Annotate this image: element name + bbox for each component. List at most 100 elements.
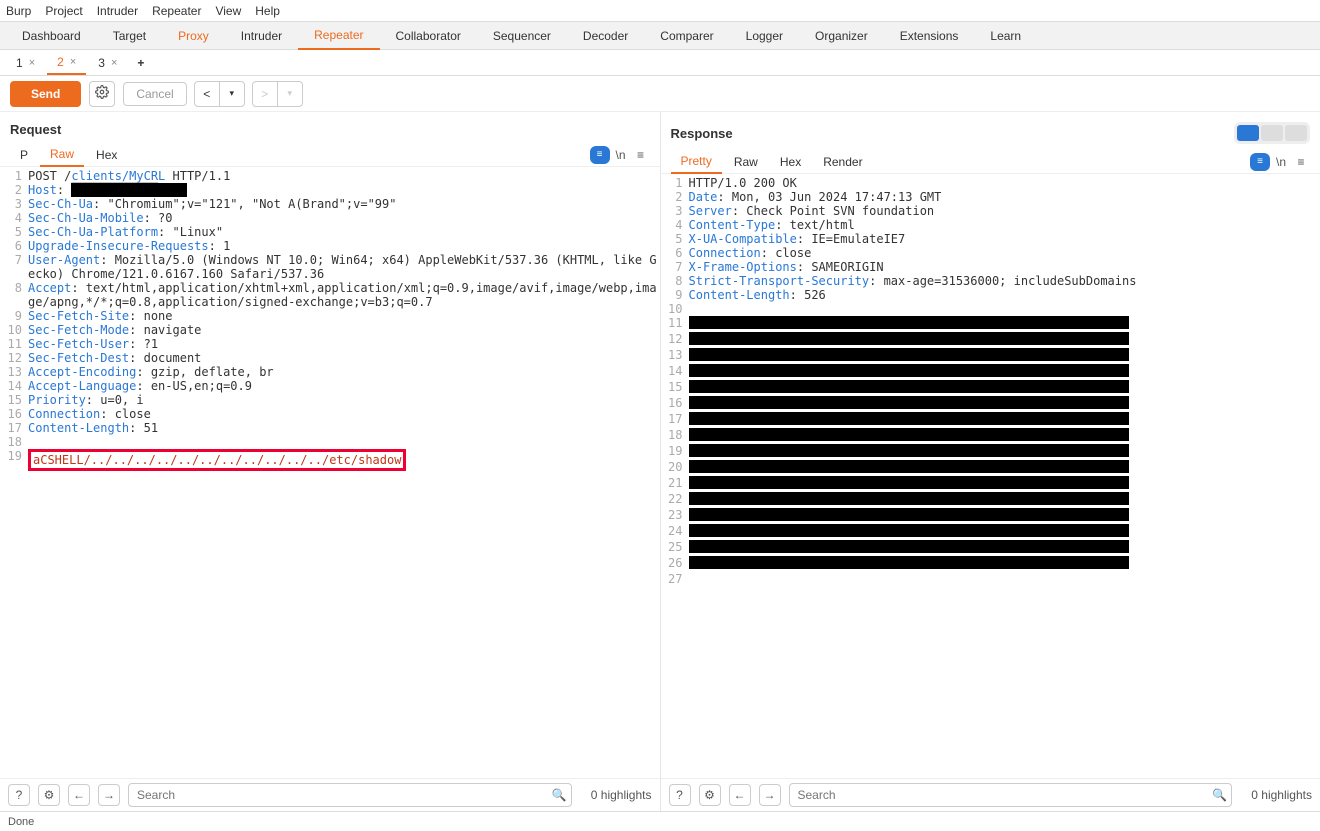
line-text xyxy=(689,302,1320,316)
tab-target[interactable]: Target xyxy=(97,23,162,49)
tab-dashboard[interactable]: Dashboard xyxy=(6,23,97,49)
target-settings-button[interactable] xyxy=(89,81,115,107)
viewtab-hex[interactable]: Hex xyxy=(86,144,127,166)
line-number: 12 xyxy=(0,351,28,365)
tab-intruder[interactable]: Intruder xyxy=(225,23,298,49)
response-title: Response xyxy=(671,126,733,141)
line-number: 1 xyxy=(661,176,689,190)
search-next-button[interactable]: → xyxy=(98,784,120,806)
tab-decoder[interactable]: Decoder xyxy=(567,23,644,49)
inspector-toggle[interactable]: ≡ xyxy=(1250,153,1270,171)
viewtab-p[interactable]: P xyxy=(10,144,38,166)
tab-organizer[interactable]: Organizer xyxy=(799,23,884,49)
response-viewer[interactable]: 1HTTP/1.0 200 OK2Date: Mon, 03 Jun 2024 … xyxy=(661,174,1320,778)
request-search-input[interactable] xyxy=(128,783,572,807)
code-line: 15 xyxy=(661,380,1320,396)
tab-proxy[interactable]: Proxy xyxy=(162,23,225,49)
line-text xyxy=(689,492,1320,508)
line-text: Sec-Fetch-Dest: document xyxy=(28,351,660,365)
menu-burp[interactable]: Burp xyxy=(6,4,31,18)
line-number: 10 xyxy=(661,302,689,316)
layout-vertical-button[interactable] xyxy=(1237,125,1259,141)
layout-horizontal-button[interactable] xyxy=(1261,125,1283,141)
newline-toggle[interactable]: \n xyxy=(1272,153,1290,171)
viewtab-raw[interactable]: Raw xyxy=(40,143,84,167)
response-search-input[interactable] xyxy=(789,783,1233,807)
code-line: 16 xyxy=(661,396,1320,412)
message-actions-button[interactable]: ≡ xyxy=(1292,153,1310,171)
layout-combined-button[interactable] xyxy=(1285,125,1307,141)
line-number: 8 xyxy=(0,281,28,309)
line-number: 3 xyxy=(661,204,689,218)
menu-help[interactable]: Help xyxy=(255,4,280,18)
line-text: POST /clients/MyCRL HTTP/1.1 xyxy=(28,169,660,183)
chevron-left-icon: < xyxy=(203,87,210,101)
subtab-3[interactable]: 3× xyxy=(88,52,127,74)
tab-logger[interactable]: Logger xyxy=(730,23,799,49)
repeater-subtabs: 1×2×3×+ xyxy=(0,50,1320,76)
tab-collaborator[interactable]: Collaborator xyxy=(380,23,477,49)
request-title: Request xyxy=(10,122,61,137)
arrow-right-icon: → xyxy=(764,788,776,802)
search-next-button[interactable]: → xyxy=(759,784,781,806)
line-text xyxy=(689,556,1320,572)
help-button[interactable]: ? xyxy=(8,784,30,806)
history-forward-menu-button[interactable]: ▾ xyxy=(277,81,303,107)
subtab-2[interactable]: 2× xyxy=(47,51,86,75)
close-icon[interactable]: × xyxy=(70,56,76,68)
history-forward-button[interactable]: > xyxy=(252,81,278,107)
close-icon[interactable]: × xyxy=(111,57,117,69)
newline-icon: \n xyxy=(1276,155,1286,169)
line-text xyxy=(689,412,1320,428)
subtab-1[interactable]: 1× xyxy=(6,52,45,74)
viewtab-pretty[interactable]: Pretty xyxy=(671,150,722,174)
tab-extensions[interactable]: Extensions xyxy=(884,23,975,49)
request-highlights-count: 0 highlights xyxy=(591,788,652,802)
question-icon: ? xyxy=(676,788,683,802)
inspector-toggle[interactable]: ≡ xyxy=(590,146,610,164)
viewtab-raw[interactable]: Raw xyxy=(724,151,768,173)
line-text xyxy=(689,316,1320,332)
cancel-button[interactable]: Cancel xyxy=(123,82,186,106)
request-pane: Request PRawHex ≡ \n ≡ 1POST /clients/My… xyxy=(0,112,661,811)
line-number: 11 xyxy=(661,316,689,332)
code-line: 5Sec-Ch-Ua-Platform: "Linux" xyxy=(0,225,660,239)
tab-repeater[interactable]: Repeater xyxy=(298,22,379,50)
tab-learn[interactable]: Learn xyxy=(974,23,1037,49)
newline-toggle[interactable]: \n xyxy=(612,146,630,164)
search-prev-button[interactable]: ← xyxy=(68,784,90,806)
settings-button[interactable]: ⚙ xyxy=(38,784,60,806)
viewtab-render[interactable]: Render xyxy=(813,151,872,173)
line-number: 21 xyxy=(661,476,689,492)
code-line: 16Connection: close xyxy=(0,407,660,421)
code-line: 20 xyxy=(661,460,1320,476)
code-line: 27 xyxy=(661,572,1320,586)
line-text: Accept: text/html,application/xhtml+xml,… xyxy=(28,281,660,309)
add-tab-button[interactable]: + xyxy=(129,56,152,70)
request-editor[interactable]: 1POST /clients/MyCRL HTTP/1.12Host: ████… xyxy=(0,167,660,778)
menu-repeater[interactable]: Repeater xyxy=(152,4,201,18)
tab-sequencer[interactable]: Sequencer xyxy=(477,23,567,49)
code-line: 13Accept-Encoding: gzip, deflate, br xyxy=(0,365,660,379)
settings-button[interactable]: ⚙ xyxy=(699,784,721,806)
history-back-menu-button[interactable]: ▾ xyxy=(219,81,245,107)
menu-intruder[interactable]: Intruder xyxy=(97,4,138,18)
code-line: 17 xyxy=(661,412,1320,428)
arrow-right-icon: → xyxy=(103,788,115,802)
send-button[interactable]: Send xyxy=(10,81,81,107)
menu-project[interactable]: Project xyxy=(45,4,82,18)
line-number: 5 xyxy=(661,232,689,246)
message-actions-button[interactable]: ≡ xyxy=(632,146,650,164)
tab-comparer[interactable]: Comparer xyxy=(644,23,729,49)
history-back-button[interactable]: < xyxy=(194,81,220,107)
line-text: Sec-Ch-Ua-Platform: "Linux" xyxy=(28,225,660,239)
viewtab-hex[interactable]: Hex xyxy=(770,151,811,173)
code-line: 9Sec-Fetch-Site: none xyxy=(0,309,660,323)
line-text xyxy=(689,396,1320,412)
menu-view[interactable]: View xyxy=(215,4,241,18)
close-icon[interactable]: × xyxy=(29,57,35,69)
help-button[interactable]: ? xyxy=(669,784,691,806)
line-number: 17 xyxy=(0,421,28,435)
search-prev-button[interactable]: ← xyxy=(729,784,751,806)
subtab-label: 2 xyxy=(57,55,64,69)
